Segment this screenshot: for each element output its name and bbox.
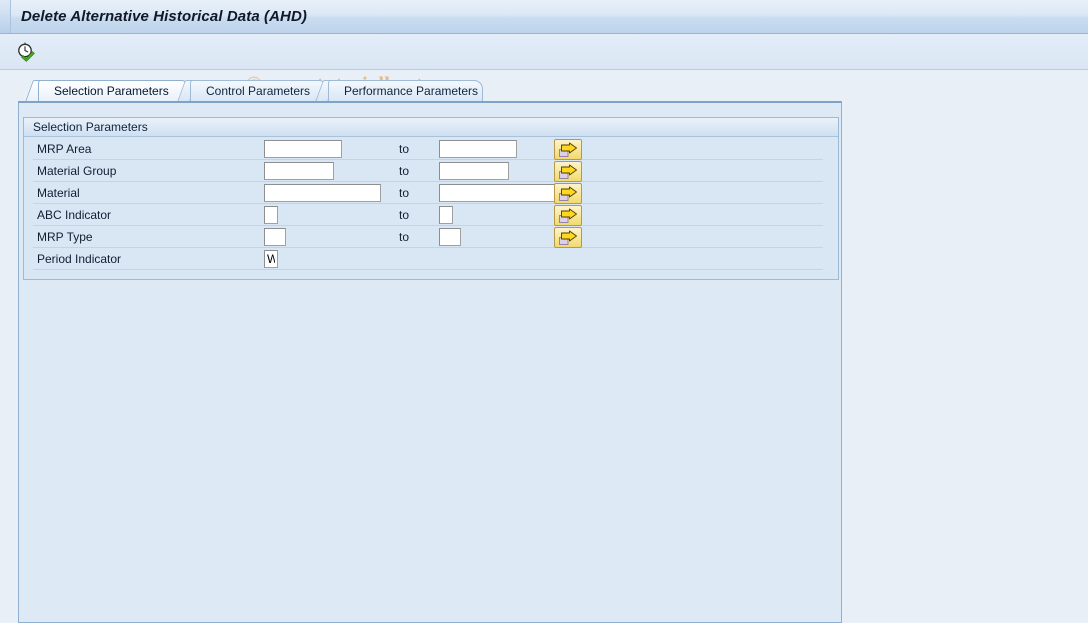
multiple-selection-button-material-group[interactable] xyxy=(554,161,582,182)
tab-content-panel: Selection Parameters MRP Area to Materia… xyxy=(18,101,842,623)
to-label-mrp-area: to xyxy=(399,142,410,156)
yellow-arrow-multiple-selection-icon xyxy=(558,208,578,224)
input-material-group-to[interactable] xyxy=(439,162,509,180)
page-title: Delete Alternative Historical Data (AHD) xyxy=(21,8,308,25)
row-material-group: Material Group to xyxy=(24,160,840,182)
yellow-arrow-multiple-selection-icon xyxy=(558,164,578,180)
tab-performance-parameters[interactable]: Performance Parameters xyxy=(314,80,483,102)
tab-label: Control Parameters xyxy=(206,84,311,98)
application-toolbar: © www.tutorialkart.com xyxy=(0,34,1088,96)
group-title: Selection Parameters xyxy=(33,120,148,134)
multiple-selection-button-material[interactable] xyxy=(554,183,582,204)
label-material: Material xyxy=(37,186,80,200)
clock-check-icon xyxy=(16,42,36,62)
input-material-to[interactable] xyxy=(439,184,556,202)
input-mrp-type-to[interactable] xyxy=(439,228,461,246)
tab-label: Performance Parameters xyxy=(344,84,479,98)
multiple-selection-button-mrp-type[interactable] xyxy=(554,227,582,248)
input-abc-indicator-from[interactable] xyxy=(264,206,278,224)
row-separator xyxy=(33,269,823,270)
input-period-indicator[interactable] xyxy=(264,250,278,268)
input-material-group-from[interactable] xyxy=(264,162,334,180)
label-period-indicator: Period Indicator xyxy=(37,252,122,266)
yellow-arrow-multiple-selection-icon xyxy=(558,186,578,202)
input-mrp-area-to[interactable] xyxy=(439,140,517,158)
tab-strip: Selection Parameters Control Parameters … xyxy=(18,80,842,102)
label-mrp-area: MRP Area xyxy=(37,142,92,156)
tab-selection-parameters[interactable]: Selection Parameters xyxy=(24,80,190,102)
row-period-indicator: Period Indicator xyxy=(24,248,840,270)
tab-control-parameters[interactable]: Control Parameters xyxy=(176,80,328,102)
multiple-selection-button-abc-indicator[interactable] xyxy=(554,205,582,226)
row-abc-indicator: ABC Indicator to xyxy=(24,204,840,226)
to-label-mrp-type: to xyxy=(399,230,410,244)
yellow-arrow-multiple-selection-icon xyxy=(558,230,578,246)
execute-button[interactable] xyxy=(10,38,42,66)
input-abc-indicator-to[interactable] xyxy=(439,206,453,224)
input-mrp-area-from[interactable] xyxy=(264,140,342,158)
yellow-arrow-multiple-selection-icon xyxy=(558,142,578,158)
row-mrp-type: MRP Type to xyxy=(24,226,840,248)
tab-label: Selection Parameters xyxy=(54,84,169,98)
row-mrp-area: MRP Area to xyxy=(24,138,840,160)
window-title-bar: Delete Alternative Historical Data (AHD) xyxy=(0,0,1088,34)
row-material: Material to xyxy=(24,182,840,204)
to-label-abc-indicator: to xyxy=(399,208,410,222)
label-abc-indicator: ABC Indicator xyxy=(37,208,112,222)
to-label-material: to xyxy=(399,186,410,200)
group-header: Selection Parameters xyxy=(24,118,838,137)
label-mrp-type: MRP Type xyxy=(37,230,93,244)
group-body: MRP Area to Material Group to Material t… xyxy=(24,138,838,280)
multiple-selection-button-mrp-area[interactable] xyxy=(554,139,582,160)
title-bar-accent xyxy=(0,0,11,33)
to-label-material-group: to xyxy=(399,164,410,178)
label-material-group: Material Group xyxy=(37,164,117,178)
selection-parameters-group: Selection Parameters MRP Area to Materia… xyxy=(23,117,839,280)
input-material-from[interactable] xyxy=(264,184,381,202)
input-mrp-type-from[interactable] xyxy=(264,228,286,246)
